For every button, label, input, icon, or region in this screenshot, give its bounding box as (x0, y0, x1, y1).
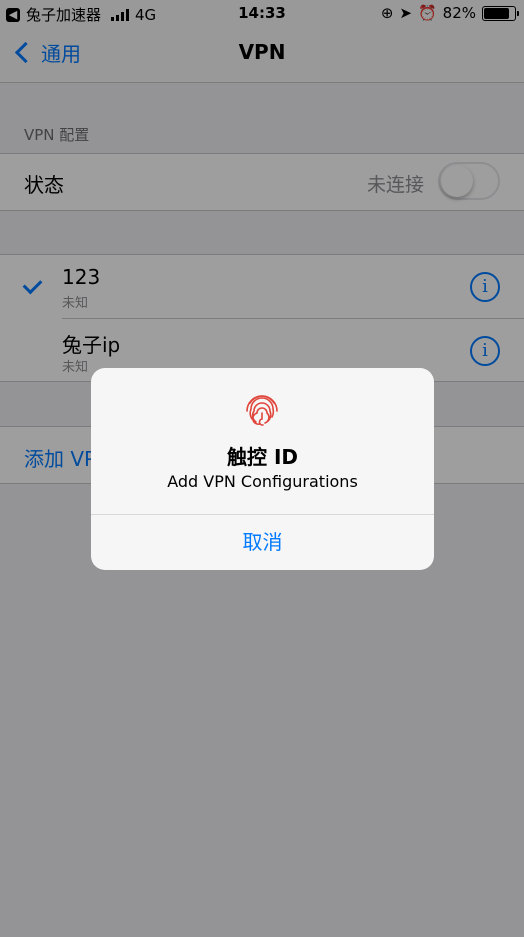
alert-title: 触控 ID (226, 445, 298, 469)
fingerprint-icon (246, 395, 278, 426)
touch-id-alert: 触控 ID Add VPN Configurations 取消 (91, 368, 434, 570)
alert-message: Add VPN Configurations (167, 472, 358, 491)
cancel-button[interactable]: 取消 (91, 515, 434, 570)
